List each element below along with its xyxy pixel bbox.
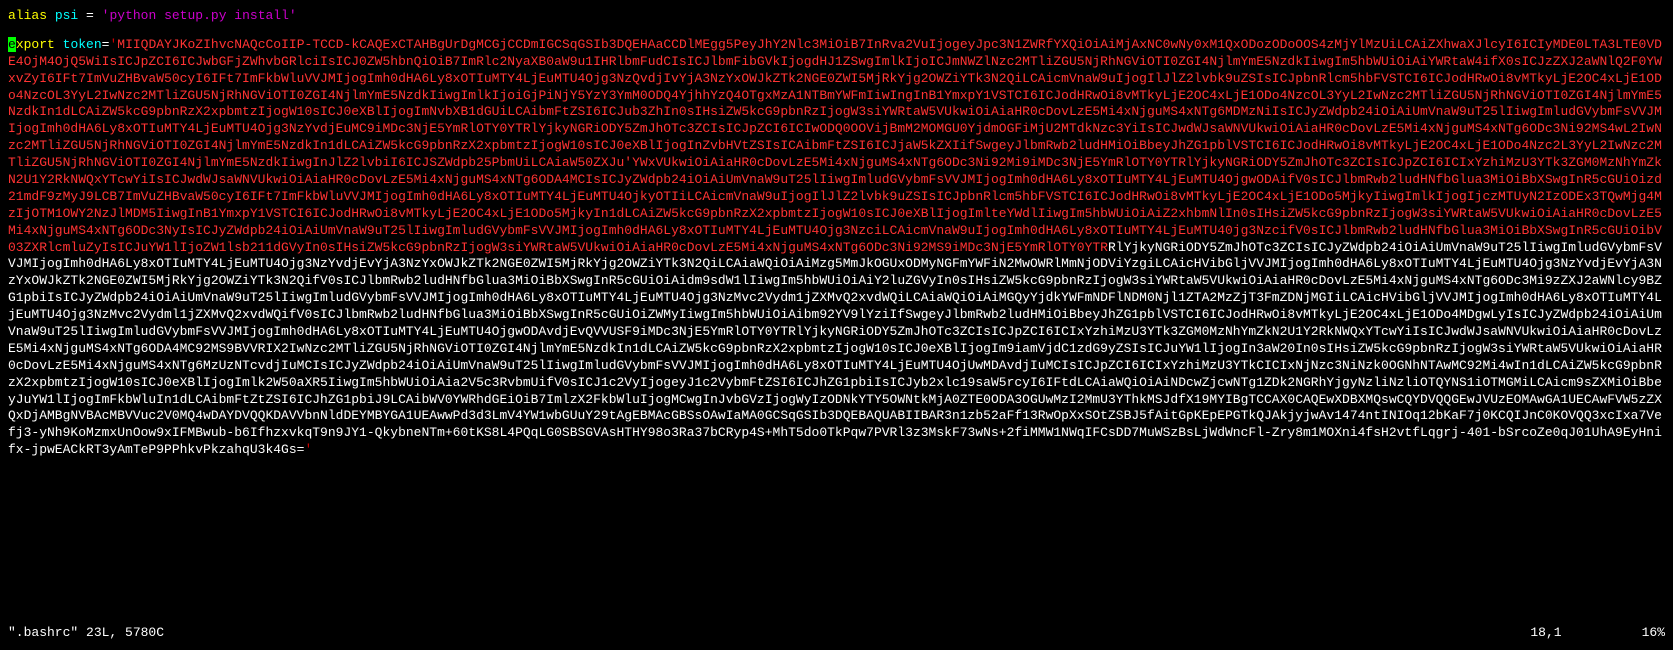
alias-value: 'python setup.py install' [102, 8, 297, 23]
status-position: 18,1 [1530, 625, 1561, 642]
export-keyword-rest: xport [16, 37, 55, 52]
export-line: export token='MIIQDAYJKoZIhvcNAQcCoIIP-T… [8, 37, 1665, 459]
alias-line: alias psi = 'python setup.py install' [8, 8, 1665, 25]
status-percent: 16% [1642, 625, 1665, 642]
status-filename: ".bashrc" 23L, 5780C [8, 625, 164, 642]
cursor: e [8, 37, 16, 52]
export-varname: token [63, 37, 102, 52]
token-value-red: MIIQDAYJKoZIhvcNAQcCoIIP-TCCD-kCAQExCTAH… [8, 37, 1662, 255]
alias-name: psi [55, 8, 78, 23]
token-value-white: RlYjkyNGRiODY5ZmJhOTc3ZCIsICJyZWdpb24iOi… [8, 240, 1662, 458]
alias-equals: = [86, 8, 94, 23]
alias-keyword: alias [8, 8, 47, 23]
terminal-viewport[interactable]: alias psi = 'python setup.py install' ex… [8, 8, 1665, 459]
vim-status-bar: ".bashrc" 23L, 5780C 18,1 16% [8, 625, 1665, 642]
token-close-quote: ' [304, 442, 312, 457]
